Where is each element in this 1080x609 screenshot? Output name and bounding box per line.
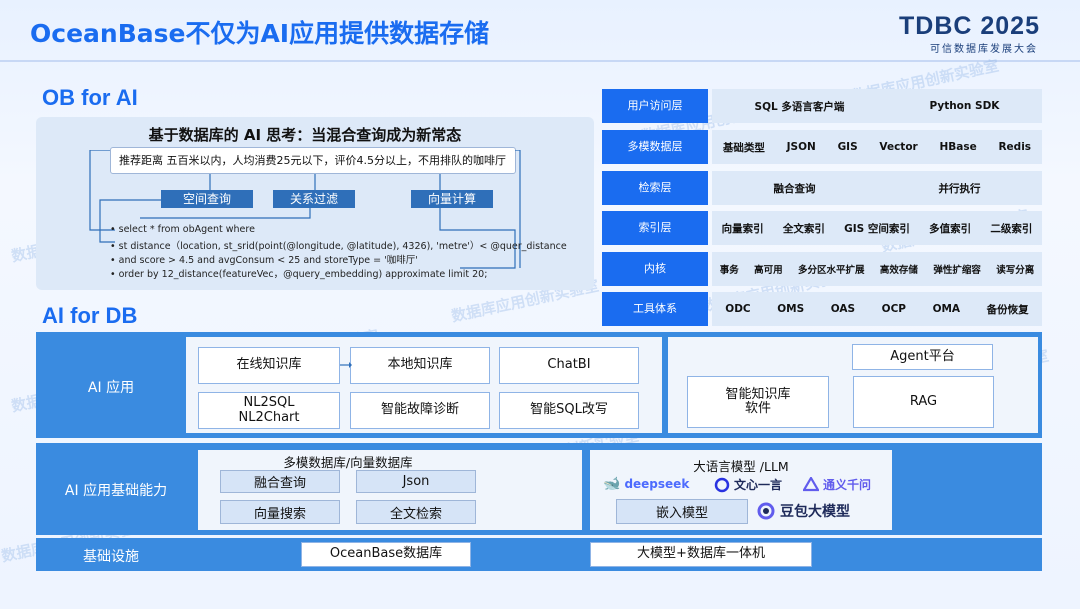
rag-box[interactable]: RAG	[853, 376, 994, 428]
page-title: OceanBase不仅为AI应用提供数据存储	[30, 19, 490, 48]
stack-item: 向量索引	[721, 222, 764, 235]
ob-for-ai-title: OB for AI	[42, 85, 138, 110]
header-divider	[0, 60, 1080, 62]
stack-row-user-access: 用户访问层 SQL 多语言客户端 Python SDK	[602, 89, 1042, 123]
stack-item: Redis	[998, 141, 1032, 153]
stack-item: ODC	[725, 303, 751, 315]
infra-label: 基础设施	[83, 549, 139, 565]
doubao-icon	[757, 502, 775, 520]
stack-label: 用户访问层	[602, 89, 708, 123]
stack-item: JSON	[786, 141, 816, 153]
stack-item: OCP	[881, 303, 906, 315]
vector-search-box[interactable]: 向量搜索	[220, 500, 340, 524]
spatial-query-button[interactable]: 空间查询	[161, 190, 253, 208]
stack-item: 弹性扩缩容	[933, 265, 981, 276]
stack-item: 多分区水平扩展	[798, 265, 865, 276]
stack-item: GIS	[837, 141, 858, 153]
json-box[interactable]: Json	[356, 470, 476, 493]
fault-diagnosis-box[interactable]: 智能故障诊断	[350, 392, 490, 429]
sql-rewrite-box[interactable]: 智能SQL改写	[499, 392, 639, 429]
stack-item: OMA	[932, 303, 961, 315]
ai-app-label: AI 应用	[87, 380, 135, 396]
relational-filter-button[interactable]: 关系过滤	[273, 190, 355, 208]
stack-label: 索引层	[602, 211, 708, 245]
chatbi-box[interactable]: ChatBI	[499, 347, 639, 384]
whale-icon: 🐋	[603, 476, 621, 492]
ai-for-db-title: AI for DB	[42, 303, 138, 328]
stack-item: 基础类型	[722, 141, 765, 154]
fulltext-search-box[interactable]: 全文检索	[356, 500, 476, 524]
tdbc-logo-subtitle: 可信数据库发展大会	[930, 44, 1038, 55]
stack-item: 高可用	[754, 265, 783, 276]
stack-item: 融合查询	[773, 182, 816, 195]
arrow-right-icon	[340, 362, 352, 368]
stack-items: 事务 高可用 多分区水平扩展 高效存储 弹性扩缩容 读写分离	[712, 252, 1042, 286]
tdbc-logo: TDBC 2025	[899, 12, 1040, 40]
stack-item: OAS	[830, 303, 856, 315]
stack-item: 二级索引	[990, 222, 1033, 235]
stack-item: 备份恢复	[986, 303, 1029, 316]
stack-items: SQL 多语言客户端 Python SDK	[712, 89, 1042, 123]
stack-item: SQL 多语言客户端	[754, 100, 845, 113]
stack-item: Vector	[879, 141, 918, 153]
stack-row-index: 索引层 向量索引 全文索引 GIS 空间索引 多值索引 二级索引	[602, 211, 1042, 245]
code-line: • and score > 4.5 and avgConsum < 25 and…	[110, 255, 418, 266]
infra-band	[36, 538, 1042, 571]
doubao-label: 豆包大模型	[780, 504, 850, 520]
stack-label: 多模数据层	[602, 130, 708, 164]
tongyi-label: 通义千问	[823, 478, 872, 492]
tongyi-icon	[803, 476, 819, 491]
stack-row-tools: 工具体系 ODC OMS OAS OCP OMA 备份恢复	[602, 292, 1042, 326]
stack-item: 多值索引	[929, 222, 972, 235]
local-kb-box[interactable]: 本地知识库	[350, 347, 490, 384]
stack-item: Python SDK	[929, 100, 1000, 112]
stack-row-retrieval: 检索层 融合查询 并行执行	[602, 171, 1042, 205]
stack-item: 读写分离	[996, 265, 1035, 276]
stack-items: ODC OMS OAS OCP OMA 备份恢复	[712, 292, 1042, 326]
doubao-logo: 豆包大模型	[757, 501, 850, 521]
stack-label: 工具体系	[602, 292, 708, 326]
oceanbase-db-box[interactable]: OceanBase数据库	[301, 542, 471, 567]
nl2sql-box[interactable]: NL2SQL NL2Chart	[198, 392, 340, 429]
code-line: • select * from obAgent where	[110, 224, 255, 235]
stack-item: 高效存储	[879, 265, 918, 276]
agent-platform-box[interactable]: Agent平台	[852, 344, 993, 370]
ai-base-label: AI 应用基础能力	[64, 483, 168, 499]
llm-db-appliance-box[interactable]: 大模型+数据库一体机	[590, 542, 812, 567]
online-kb-box[interactable]: 在线知识库	[198, 347, 340, 384]
stack-item: HBase	[939, 141, 977, 153]
stack-item: GIS 空间索引	[844, 222, 910, 235]
tongyi-logo: 通义千问	[803, 476, 871, 493]
wenxin-logo: 文心一言	[714, 476, 782, 493]
stack-label: 检索层	[602, 171, 708, 205]
wenxin-icon	[714, 477, 730, 492]
stack-item: 并行执行	[938, 182, 981, 195]
code-line: • order by 12_distance(featureVec，@query…	[110, 269, 488, 280]
wenxin-label: 文心一言	[734, 478, 783, 492]
stack-items: 向量索引 全文索引 GIS 空间索引 多值索引 二级索引	[712, 211, 1042, 245]
vector-compute-button[interactable]: 向量计算	[411, 190, 493, 208]
multimodel-db-title: 多模数据库/向量数据库	[283, 455, 413, 470]
stack-row-multimodel: 多模数据层 基础类型 JSON GIS Vector HBase Redis	[602, 130, 1042, 164]
fusion-query-box[interactable]: 融合查询	[220, 470, 340, 493]
stack-item: 全文索引	[782, 222, 825, 235]
stack-item: OMS	[777, 303, 805, 315]
stack-items: 基础类型 JSON GIS Vector HBase Redis	[712, 130, 1042, 164]
embedding-model-box[interactable]: 嵌入模型	[616, 499, 748, 524]
stack-row-kernel: 内核 事务 高可用 多分区水平扩展 高效存储 弹性扩缩容 读写分离	[602, 252, 1042, 286]
stack-item: 事务	[719, 265, 739, 276]
hybrid-query-heading: 基于数据库的 AI 思考：当混合查询成为新常态	[148, 126, 462, 144]
smart-kb-software-box[interactable]: 智能知识库 软件	[687, 376, 829, 428]
stack-label: 内核	[602, 252, 708, 286]
deepseek-label: deepseek	[624, 477, 690, 491]
deepseek-logo: 🐋 deepseek	[603, 476, 689, 492]
llm-title: 大语言模型 /LLM	[693, 459, 789, 474]
code-line: • st distance（location, st_srid(point(@l…	[110, 241, 567, 252]
stack-items: 融合查询 并行执行	[712, 171, 1042, 205]
